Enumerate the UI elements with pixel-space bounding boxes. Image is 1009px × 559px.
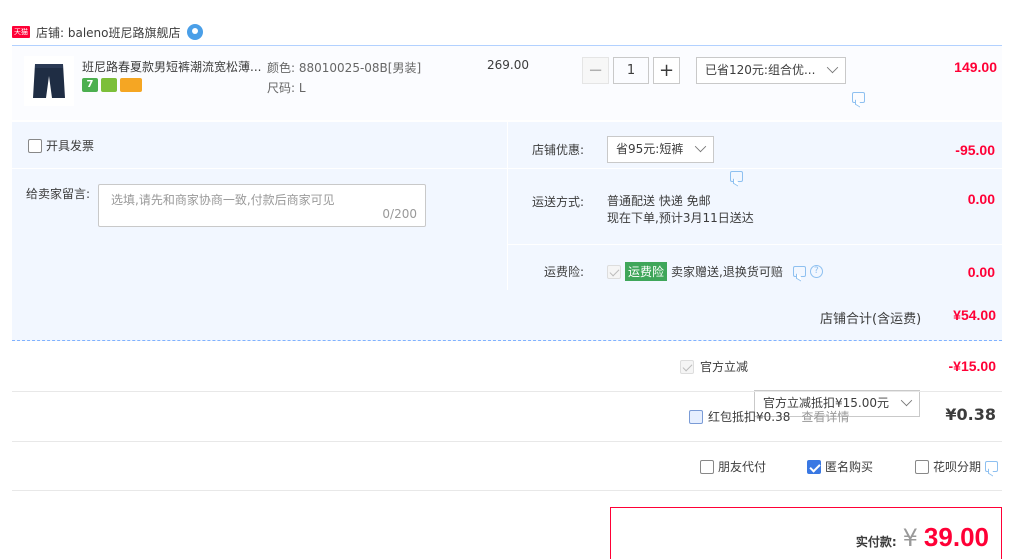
- product-title[interactable]: 班尼路春夏款男短裤潮流宽松薄...: [82, 58, 262, 75]
- message-textarea[interactable]: 选填,请先和商家协商一致,付款后商家可见 0/200: [98, 184, 426, 227]
- divider: [12, 490, 1002, 491]
- card-icon[interactable]: [120, 78, 142, 92]
- red-packet-label: 红包抵扣¥0.38: [708, 410, 791, 424]
- anonymous-label: 匿名购买: [825, 460, 874, 474]
- divider: [507, 168, 1002, 169]
- size-label: 尺码:: [267, 81, 296, 95]
- freight-ins-option: 运费险 卖家赠送,退换货可赔 ?: [607, 262, 823, 281]
- wangwang-chat-icon[interactable]: [186, 24, 203, 40]
- unit-price: 269.00: [487, 58, 529, 72]
- insurance-icon[interactable]: [101, 78, 117, 92]
- freight-ins-tag: 运费险: [625, 262, 668, 281]
- shop-discount-value: 省95元:短裤: [616, 142, 684, 156]
- message-label: 给卖家留言:: [26, 187, 91, 201]
- shop-header: 天猫 店铺: baleno班尼路旗舰店: [12, 22, 203, 42]
- red-packet-details-link[interactable]: 查看详情: [801, 408, 849, 425]
- color-label: 颜色:: [267, 61, 296, 75]
- qty-plus-button[interactable]: +: [653, 57, 680, 84]
- item-row: 班尼路春夏款男短裤潮流宽松薄... 7 颜色: 88010025-08B[男装]…: [12, 45, 1002, 120]
- shipping-method: 普通配送 快递 免邮: [607, 194, 711, 208]
- huabei-option[interactable]: 花呗分期: [915, 458, 999, 475]
- shipping-amount: 0.00: [967, 191, 995, 207]
- sku-info: 颜色: 88010025-08B[男装] 尺码: L: [267, 58, 421, 98]
- freight-ins-text: 卖家赠送,退换货可赔: [671, 265, 783, 279]
- freight-ins-info-icon[interactable]: [792, 266, 806, 277]
- shop-total-amount: ¥54.00: [953, 307, 996, 323]
- quantity-stepper: − 1 +: [582, 57, 680, 84]
- divider: [12, 168, 507, 169]
- column-divider: [507, 122, 508, 290]
- divider: [507, 244, 1002, 245]
- seven-day-return-icon[interactable]: 7: [82, 78, 98, 92]
- huabei-info-icon[interactable]: [985, 461, 999, 472]
- official-discount-checkbox: [680, 359, 694, 374]
- divider: [12, 441, 1002, 442]
- invoice-option[interactable]: 开具发票: [28, 137, 94, 154]
- shop-discount-label: 店铺优惠:: [532, 143, 585, 157]
- huabei-checkbox[interactable]: [915, 459, 929, 474]
- message-placeholder: 选填,请先和商家协商一致,付款后商家可见: [111, 193, 335, 207]
- color-value: 88010025-08B[男装]: [298, 61, 422, 75]
- divider: [12, 391, 1002, 392]
- anonymous-option[interactable]: 匿名购买: [807, 458, 873, 475]
- invoice-label: 开具发票: [46, 139, 95, 153]
- red-packet-option[interactable]: 红包抵扣¥0.38 查看详情: [689, 408, 849, 425]
- shipping-eta: 现在下单,预计3月11日送达: [607, 211, 754, 225]
- pay-amount: 39.00: [923, 522, 989, 552]
- shipping-label: 运送方式:: [532, 195, 585, 209]
- chevron-down-icon: [694, 140, 707, 153]
- item-promo-value: 已省120元:组合优...: [705, 63, 816, 77]
- qty-input[interactable]: 1: [613, 57, 649, 84]
- official-discount-label: 官方立减: [700, 360, 749, 374]
- chevron-down-icon: [826, 61, 839, 74]
- pay-label: 实付款:: [855, 535, 897, 549]
- official-discount-option: 官方立减: [680, 358, 748, 375]
- freight-ins-label: 运费险:: [544, 265, 585, 279]
- shop-discount-info-icon[interactable]: [730, 171, 743, 182]
- shipping-info: 普通配送 快递 免邮 现在下单,预计3月11日送达: [607, 193, 754, 227]
- red-packet-amount: ¥0.38: [945, 405, 996, 424]
- promo-info-icon[interactable]: [852, 92, 865, 103]
- friend-pay-label: 朋友代付: [718, 460, 767, 474]
- red-packet-checkbox[interactable]: [689, 409, 703, 424]
- item-promo-select[interactable]: 已省120元:组合优...: [696, 57, 846, 84]
- payment-summary: 实付款: ¥ 39.00: [610, 507, 1002, 559]
- service-icons: 7: [82, 78, 142, 92]
- shop-discount-amount: -95.00: [955, 142, 995, 158]
- shop-discount-select[interactable]: 省95元:短裤: [607, 136, 714, 163]
- currency-symbol: ¥: [902, 524, 918, 552]
- shorts-image-icon: [33, 64, 65, 98]
- friend-pay-option[interactable]: 朋友代付: [700, 458, 766, 475]
- invoice-checkbox[interactable]: [28, 138, 42, 153]
- item-total: 149.00: [954, 59, 997, 75]
- huabei-label: 花呗分期: [933, 460, 982, 474]
- size-value: L: [298, 81, 306, 95]
- freight-ins-amount: 0.00: [967, 264, 995, 280]
- payment-total: 实付款: ¥ 39.00: [856, 522, 989, 553]
- shop-total-label: 店铺合计(含运费): [820, 312, 922, 327]
- help-icon[interactable]: ?: [809, 265, 823, 278]
- qty-minus-button[interactable]: −: [582, 57, 609, 84]
- shop-name[interactable]: 店铺: baleno班尼路旗舰店: [36, 24, 181, 41]
- official-discount-amount: -¥15.00: [948, 358, 996, 374]
- product-thumbnail[interactable]: [24, 56, 74, 106]
- friend-pay-checkbox[interactable]: [700, 459, 714, 474]
- tmall-badge: 天猫: [12, 26, 30, 38]
- chevron-down-icon: [900, 394, 913, 407]
- anonymous-checkbox[interactable]: [807, 459, 821, 474]
- freight-ins-checkbox: [607, 264, 621, 279]
- message-counter: 0/200: [382, 207, 417, 221]
